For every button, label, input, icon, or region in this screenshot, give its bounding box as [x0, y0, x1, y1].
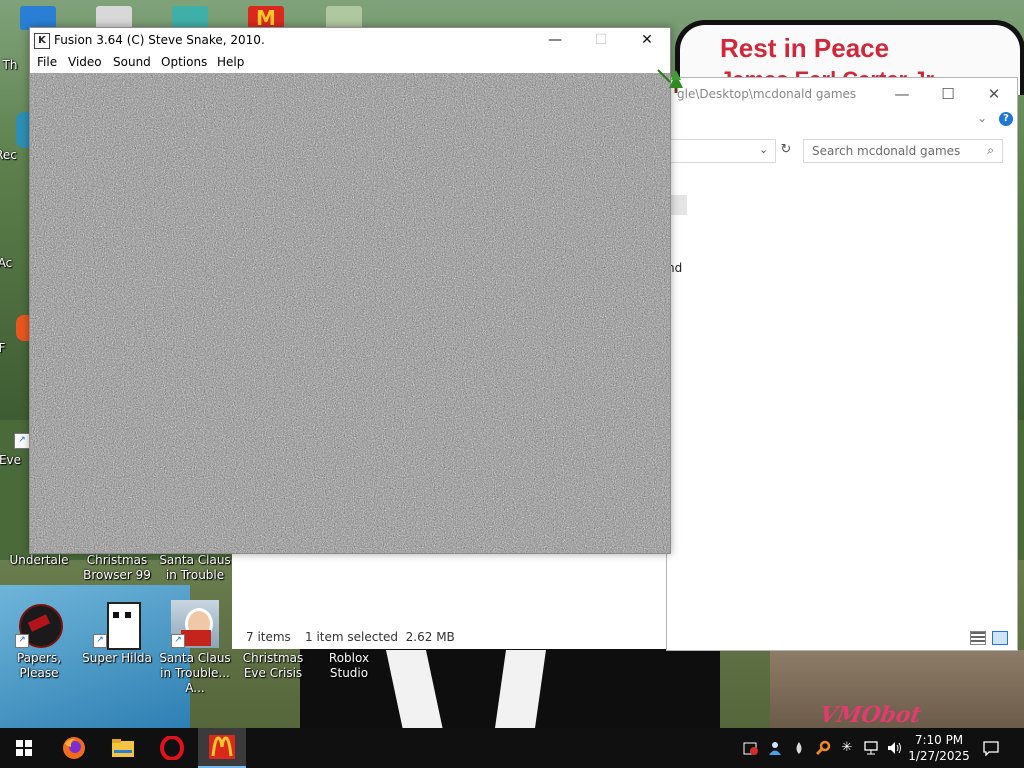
emulator-screen-static[interactable]	[30, 73, 670, 553]
refresh-icon[interactable]: ↻	[775, 139, 797, 161]
asterisk-tray-icon[interactable]: ✳	[839, 740, 855, 756]
explorer-titlebar[interactable]: gle\Desktop\mcdonald games — ☐ ✕	[667, 78, 1017, 108]
menu-file[interactable]: File	[37, 55, 57, 69]
explorer-content-area[interactable]: 7 items 1 item selected 2.62 MB	[232, 552, 666, 649]
explorer-title-path: gle\Desktop\mcdonald games	[677, 87, 857, 101]
system-clock[interactable]: 7:10 PM 1/27/2025	[905, 732, 973, 764]
status-selection: 1 item selected 2.62 MB	[305, 630, 455, 644]
christmas-tree-cursor-icon	[657, 69, 683, 93]
clock-date: 1/27/2025	[908, 749, 970, 763]
window-title: Fusion 3.64 (C) Steve Snake, 2010.	[54, 33, 265, 47]
desktop-icon-label: Santa Claus in Trouble	[159, 553, 231, 582]
opera-icon	[160, 736, 184, 760]
help-icon[interactable]: ?	[999, 112, 1013, 126]
droplet-tray-icon[interactable]	[791, 740, 807, 756]
desktop-icon-label: Roblox Studio	[328, 651, 370, 680]
taskbar-opera[interactable]	[148, 728, 196, 768]
taskbar: ✳ 7:10 PM 1/27/2025	[0, 728, 1024, 768]
watermark-text: VMObot	[817, 702, 924, 728]
fusion-titlebar[interactable]: K Fusion 3.64 (C) Steve Snake, 2010. — ☐…	[30, 28, 670, 52]
ribbon-expand-chevron-icon[interactable]: ⌄	[977, 111, 987, 125]
network-tray-icon[interactable]	[863, 740, 879, 756]
desktop-icon-label: Christmas Eve Crisis	[242, 651, 304, 680]
address-dropdown-icon[interactable]: ⌄	[759, 143, 768, 156]
desktop-icon-label: Christmas Browser 99	[83, 553, 151, 582]
taskbar-file-explorer[interactable]	[99, 728, 147, 768]
fusion-menubar: File Video Sound Options Help	[30, 52, 670, 72]
maximize-button[interactable]: ☐	[578, 28, 624, 52]
minimize-button[interactable]: —	[532, 28, 578, 52]
papers-please-icon: ↗	[15, 600, 63, 648]
taskbar-mcdonalds[interactable]	[198, 728, 246, 768]
mcdonalds-icon	[209, 735, 235, 759]
clock-time: 7:10 PM	[914, 733, 964, 747]
explorer-minimize-button[interactable]: —	[887, 82, 917, 106]
details-view-icon[interactable]	[970, 631, 986, 645]
shortcut-arrow-icon: ↗	[14, 433, 30, 449]
windows-logo-icon	[16, 740, 32, 756]
desktop-icon-firefox[interactable]: F	[0, 315, 32, 356]
search-icon: ⌕	[987, 143, 994, 157]
santa-claus-icon: ↗	[171, 600, 219, 648]
search-box[interactable]: Search mcdonald games ⌕	[803, 139, 1003, 163]
desktop-icon-papers-please[interactable]: ↗ Papers, Please	[0, 600, 78, 681]
volume-tray-icon[interactable]	[887, 740, 903, 756]
start-button[interactable]	[0, 728, 48, 768]
desktop-icon-label: Papers, Please	[16, 651, 62, 680]
desktop-icon-label: Undertale	[9, 553, 69, 567]
taskbar-firefox[interactable]	[50, 728, 98, 768]
explorer-maximize-button[interactable]: ☐	[933, 82, 963, 106]
fusion-app-icon[interactable]: K	[34, 33, 50, 49]
search-tray-icon[interactable]	[815, 740, 831, 756]
explorer-ribbon	[667, 108, 1017, 134]
people-tray-icon[interactable]	[767, 740, 783, 756]
explorer-close-button[interactable]: ✕	[979, 82, 1009, 106]
desktop-icon-santa-claus[interactable]: Santa Claus in Trouble	[156, 553, 234, 583]
desktop-icon-label: Ac	[0, 256, 13, 270]
memorial-line1: Rest in Peace	[720, 33, 890, 63]
desktop-icon-label: Th	[2, 58, 18, 72]
firefox-icon	[16, 315, 30, 341]
action-center-icon[interactable]	[983, 740, 999, 757]
desktop-icon-undertale[interactable]: Undertale	[0, 553, 78, 568]
desktop-icon-label: Rec	[0, 148, 17, 162]
desktop-icon-super-hilda[interactable]: ↗ Super Hilda	[78, 600, 156, 666]
large-icons-view-icon[interactable]	[992, 631, 1008, 645]
search-input[interactable]: Search mcdonald games	[812, 144, 960, 158]
desktop-icon-santa-claus-2[interactable]: ↗ Santa Claus in Trouble... A...	[156, 600, 234, 696]
desktop-icon-label: Super Hilda	[82, 651, 152, 665]
folder-icon	[112, 739, 134, 757]
super-hilda-icon: ↗	[93, 600, 141, 650]
fusion-emulator-window[interactable]: K Fusion 3.64 (C) Steve Snake, 2010. — ☐…	[29, 27, 671, 554]
shortcut-arrow-icon: ↗	[15, 634, 29, 648]
desktop-icon-label: Santa Claus in Trouble... A...	[159, 651, 231, 695]
close-button[interactable]: ✕	[624, 28, 670, 52]
explorer-status-bar: 7 items	[247, 626, 1017, 650]
desktop-icon-label: F	[0, 341, 6, 355]
desktop-icon-label: Eve	[0, 453, 22, 467]
security-shield-tray-icon[interactable]	[743, 740, 759, 756]
menu-options[interactable]: Options	[161, 55, 207, 69]
menu-video[interactable]: Video	[68, 55, 102, 69]
file-explorer-window[interactable]: gle\Desktop\mcdonald games — ☐ ✕ ⌄ ? ⌄ ↻…	[247, 77, 1018, 651]
desktop-icon-christmas-eve-crisis[interactable]: Christmas Eve Crisis	[234, 651, 312, 681]
firefox-icon	[63, 737, 85, 759]
status-item-count: 7 items	[246, 630, 291, 644]
menu-help[interactable]: Help	[217, 55, 244, 69]
menu-sound[interactable]: Sound	[113, 55, 151, 69]
shortcut-arrow-icon: ↗	[93, 634, 107, 648]
desktop-icon-roblox-studio[interactable]: Roblox Studio	[310, 651, 388, 681]
desktop-icon-christmas-browser[interactable]: Christmas Browser 99	[78, 553, 156, 583]
shortcut-arrow-icon: ↗	[171, 634, 185, 648]
